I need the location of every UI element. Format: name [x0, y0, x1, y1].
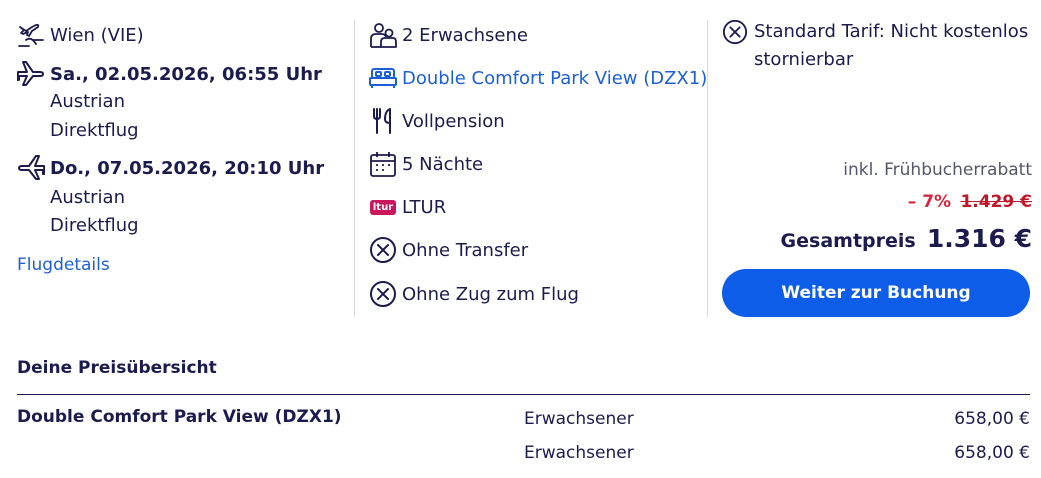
plane-outbound-icon — [16, 59, 46, 89]
bed-icon — [368, 63, 398, 93]
inbound-flight-type: Direktflug — [50, 215, 139, 236]
origin-row: Wien (VIE) — [16, 20, 144, 50]
inbound-airline: Austrian — [50, 187, 125, 208]
price-row-amount: 658,00 € — [954, 443, 1030, 463]
price-overview-room: Double Comfort Park View (DZX1) — [17, 407, 342, 427]
board-row: Vollpension — [368, 106, 505, 136]
nights-row: 5 Nächte — [368, 149, 483, 179]
continue-booking-button[interactable]: Weiter zur Buchung — [722, 269, 1030, 317]
operator-text: LTUR — [402, 196, 447, 218]
transfer-row: Ohne Transfer — [368, 235, 528, 265]
price-row-type: Erwachsener — [524, 409, 634, 429]
operator-row: ltur LTUR — [368, 192, 446, 222]
travellers-row: 2 Erwachsene — [368, 20, 528, 50]
column-divider — [354, 20, 355, 317]
board-text: Vollpension — [402, 110, 505, 132]
old-price: 1.429 € — [960, 192, 1032, 212]
flight-column: Wien (VIE) Sa., 02.05.2026, 06:55 Uhr Au… — [16, 18, 346, 318]
outbound-row: Sa., 02.05.2026, 06:55 Uhr — [16, 59, 322, 89]
price-overview-title: Deine Preisübersicht — [17, 358, 217, 378]
outbound-airline: Austrian — [50, 91, 125, 112]
inbound-row: Do., 07.05.2026, 20:10 Uhr — [16, 153, 324, 183]
train-row: Ohne Zug zum Flug — [368, 279, 579, 309]
x-circle-icon — [368, 279, 398, 309]
pricing-column: Standard Tarif: Nicht kostenlos stornier… — [720, 18, 1032, 328]
flight-details-link[interactable]: Flugdetails — [17, 255, 110, 275]
nights-text: 5 Nächte — [402, 153, 484, 175]
total-price: 1.316 € — [926, 224, 1032, 253]
inbound-datetime: Do., 07.05.2026, 20:10 Uhr — [50, 157, 325, 179]
plane-route-icon — [16, 20, 46, 50]
calendar-icon — [368, 149, 398, 179]
room-link[interactable]: Double Comfort Park View (DZX1) — [402, 68, 707, 89]
price-row-amount: 658,00 € — [954, 409, 1030, 429]
cutlery-icon — [368, 106, 398, 136]
ltur-logo: ltur — [368, 192, 398, 222]
offer-details: Wien (VIE) Sa., 02.05.2026, 06:55 Uhr Au… — [0, 0, 1041, 478]
room-row[interactable]: Double Comfort Park View (DZX1) — [368, 63, 707, 93]
hotel-column: 2 Erwachsene Double Comfort Park View (D… — [368, 18, 707, 318]
origin-airport: Wien (VIE) — [50, 24, 144, 46]
price-overview-divider — [17, 394, 1030, 395]
plane-inbound-icon — [16, 153, 46, 183]
outbound-flight-type: Direktflug — [50, 120, 139, 141]
x-circle-icon — [720, 18, 750, 46]
tariff-text: Standard Tarif: Nicht kostenlos stornier… — [754, 21, 1029, 70]
x-circle-icon — [368, 235, 398, 265]
travellers-text: 2 Erwachsene — [402, 24, 528, 46]
people-icon — [368, 20, 398, 50]
discount-line: – 7% 1.429 € — [908, 192, 1032, 212]
tariff-row: Standard Tarif: Nicht kostenlos stornier… — [720, 18, 1032, 74]
column-divider — [707, 20, 708, 317]
discount-percent: – 7% — [907, 192, 952, 212]
total-price-row: Gesamtpreis 1.316 € — [781, 224, 1032, 253]
price-row-type: Erwachsener — [524, 443, 634, 463]
transfer-text: Ohne Transfer — [402, 239, 529, 261]
total-label: Gesamtpreis — [780, 230, 916, 252]
train-text: Ohne Zug zum Flug — [402, 283, 579, 305]
discount-label: inkl. Frühbucherrabatt — [843, 160, 1032, 180]
outbound-datetime: Sa., 02.05.2026, 06:55 Uhr — [50, 63, 322, 85]
